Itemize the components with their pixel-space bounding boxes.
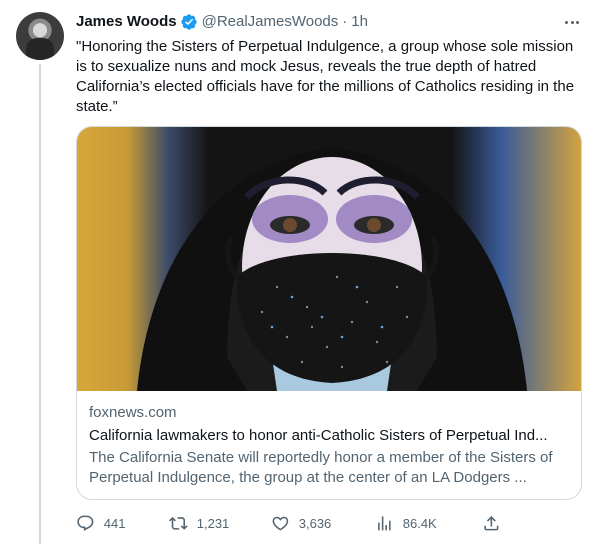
views-chart-icon (378, 515, 391, 531)
action-bar: 441 1,231 3,636 86.4K (76, 512, 506, 534)
card-image (77, 127, 581, 391)
share-icon (484, 515, 499, 531)
link-card[interactable]: foxnews.com California lawmakers to hono… (76, 126, 582, 500)
avatar[interactable] (16, 12, 64, 60)
timestamp[interactable]: 1h (351, 12, 368, 32)
author-handle[interactable]: @RealJamesWoods (202, 12, 339, 32)
separator-dot: · (342, 13, 348, 30)
more-dots-icon[interactable] (560, 10, 584, 34)
views-count: 86.4K (402, 515, 437, 531)
retweet-icon (169, 516, 188, 530)
card-description: The California Senate will reportedly ho… (89, 449, 553, 486)
verified-badge-icon (180, 13, 198, 31)
reply-count: 441 (103, 515, 126, 531)
author-name[interactable]: James Woods (76, 12, 177, 32)
reply-icon (77, 515, 94, 531)
thread-line (39, 64, 41, 544)
card-domain: foxnews.com (89, 404, 177, 421)
heart-icon (272, 516, 289, 531)
retweet-count: 1,231 (196, 515, 230, 531)
card-meta: foxnews.com California lawmakers to hono… (77, 391, 581, 488)
tweet: James Woods @RealJamesWoods · 1h "Honori… (76, 10, 584, 531)
tweet-header: James Woods @RealJamesWoods · 1h (76, 12, 582, 32)
tweet-text: "Honoring the Sisters of Perpetual Indul… (76, 38, 575, 115)
like-count: 3,636 (298, 515, 332, 531)
retweet-button[interactable]: 1,231 (169, 514, 229, 533)
share-button[interactable] (482, 514, 501, 533)
like-button[interactable]: 3,636 (271, 514, 331, 533)
card-title: California lawmakers to honor anti-Catho… (89, 427, 548, 444)
reply-button[interactable]: 441 (76, 514, 125, 533)
views-button[interactable]: 86.4K (375, 514, 437, 533)
